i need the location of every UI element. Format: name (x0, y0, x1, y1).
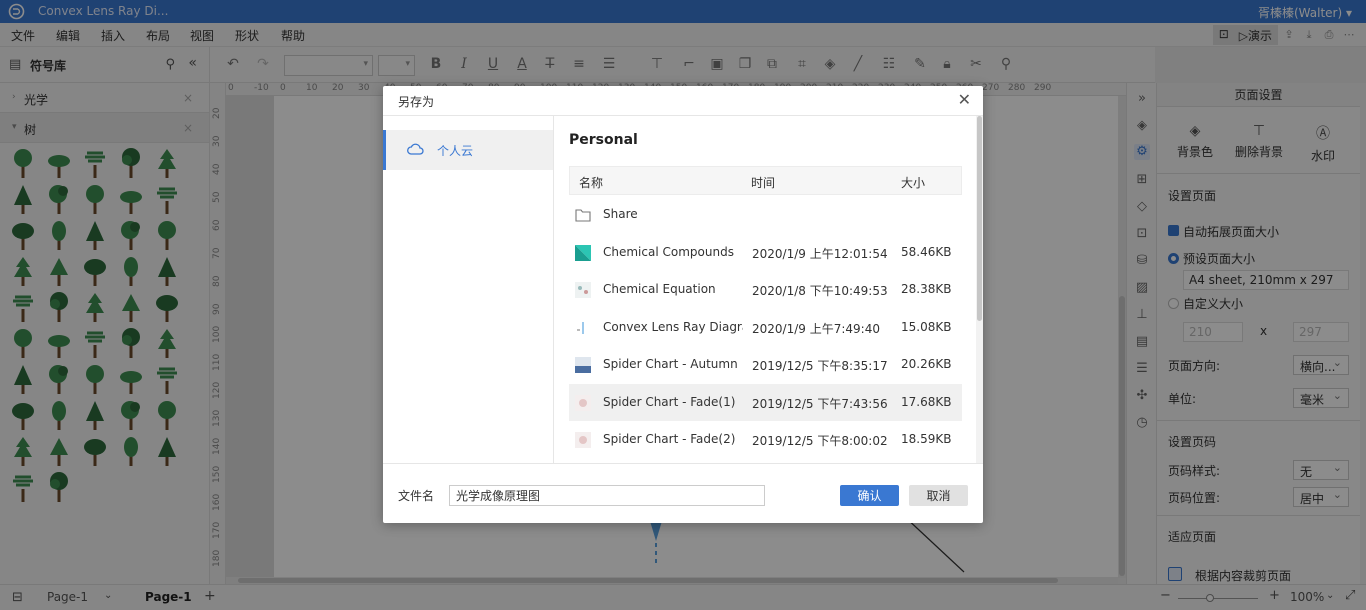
file-size: 15.08KB (901, 319, 952, 334)
file-thumbnail-icon (575, 282, 591, 298)
file-size: 20.26KB (901, 357, 952, 371)
file-time: 2020/1/9 上午12:01:54 (752, 246, 888, 261)
file-thumbnail-icon (575, 432, 591, 448)
file-size: 17.68KB (901, 394, 952, 409)
file-row[interactable]: Spider Chart - Autumn 2019/12/5 下午8:35:17… (569, 346, 962, 383)
file-row[interactable]: Convex Lens Ray Diagram 2020/1/9 上午7:49:4… (569, 309, 962, 346)
file-list-scrollbar[interactable] (976, 116, 983, 463)
close-icon[interactable]: ✕ (958, 90, 971, 109)
file-name: Share (603, 207, 638, 221)
folder-icon (575, 209, 591, 222)
file-name: Convex Lens Ray Diagram (603, 319, 743, 334)
file-time: 2019/12/5 下午7:43:56 (752, 396, 888, 411)
file-size: 28.38KB (901, 282, 952, 296)
filename-input[interactable] (449, 485, 765, 506)
sidebar-item-label: 个人云 (437, 144, 474, 158)
file-name: Spider Chart - Fade(2) (603, 432, 736, 446)
file-name: Chemical Equation (603, 282, 716, 296)
file-name: Chemical Compounds (603, 244, 734, 259)
file-row[interactable]: Spider Chart - Fade(1) 2019/12/5 下午7:43:5… (569, 383, 962, 421)
file-thumbnail-icon (575, 244, 591, 261)
save-as-dialog: 另存为 ✕ 个人云 Personal 名称 时间 大小 Share Chemica… (383, 86, 983, 523)
scroll-thumb[interactable] (977, 116, 982, 321)
file-time: 2020/1/8 下午10:49:53 (752, 284, 888, 298)
file-row[interactable]: Spider Chart - Fade(2) 2019/12/5 下午8:00:0… (569, 421, 962, 458)
column-name[interactable]: 名称 (579, 174, 603, 191)
confirm-button[interactable]: 确认 (840, 485, 899, 506)
cancel-button[interactable]: 取消 (909, 485, 968, 506)
dialog-title: 另存为 (398, 95, 435, 109)
file-browser: Personal 名称 时间 大小 Share Chemical Compound… (554, 116, 981, 463)
current-location: Personal (569, 132, 638, 148)
column-size[interactable]: 大小 (901, 174, 925, 191)
dialog-header: 另存为 ✕ (383, 86, 983, 116)
file-thumbnail-icon (577, 321, 584, 334)
column-time[interactable]: 时间 (751, 174, 775, 191)
file-size: 58.46KB (901, 244, 952, 259)
filename-label: 文件名 (398, 489, 435, 503)
file-time: 2019/12/5 下午8:00:02 (752, 434, 888, 448)
file-row[interactable]: Chemical Equation 2020/1/8 下午10:49:53 28.3… (569, 271, 962, 308)
file-time: 2019/12/5 下午8:35:17 (752, 359, 888, 373)
dialog-footer: 文件名 确认 取消 (383, 463, 983, 523)
file-name: Spider Chart - Autumn (603, 357, 738, 371)
file-thumbnail-icon (575, 394, 591, 411)
file-thumbnail-icon (575, 357, 591, 373)
file-name: Spider Chart - Fade(1) (603, 394, 736, 409)
sidebar-item-personal-cloud[interactable]: 个人云 (383, 130, 553, 170)
dialog-sidebar: 个人云 (383, 116, 554, 463)
file-row[interactable]: Chemical Compounds 2020/1/9 上午12:01:54 58.… (569, 234, 962, 271)
file-table-header: 名称 时间 大小 (569, 166, 962, 195)
file-time: 2020/1/9 上午7:49:40 (752, 321, 880, 336)
cloud-icon (407, 143, 424, 155)
file-size: 18.59KB (901, 432, 952, 446)
file-row[interactable]: Share (569, 196, 962, 233)
